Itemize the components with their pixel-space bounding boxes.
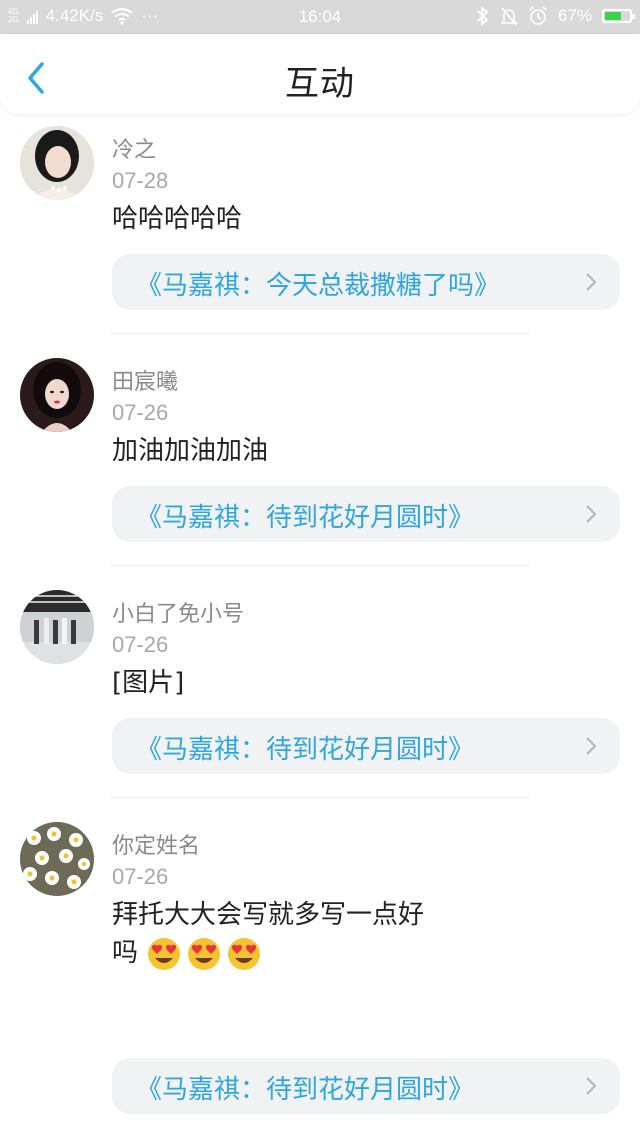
battery-icon (602, 9, 635, 23)
comment-line-2-text: 吗 (112, 938, 139, 968)
battery-percent: 67% (557, 6, 592, 25)
comment-text: [图片] (112, 668, 185, 698)
avatar[interactable] (20, 358, 94, 432)
article-link[interactable]: 《马嘉祺：待到花好月圆时》 (112, 486, 620, 542)
interaction-item: 小白了免小号 07-26 [图片] 《马嘉祺：待到花好月圆时》 (0, 578, 640, 810)
chevron-right-icon (586, 737, 597, 755)
article-link-title: 《马嘉祺：今天总裁撒糖了吗》 (136, 271, 501, 301)
comment-date: 07-28 (112, 168, 169, 193)
alarm-icon (529, 6, 547, 25)
divider (110, 797, 530, 798)
chevron-right-icon (586, 273, 597, 291)
status-right: 67% (476, 6, 635, 26)
comment-date: 07-26 (112, 864, 169, 889)
avatar[interactable] (20, 590, 94, 664)
article-link-title: 《马嘉祺：待到花好月圆时》 (136, 503, 475, 533)
chevron-right-icon (586, 1077, 597, 1095)
comment-date: 07-26 (112, 400, 169, 425)
battery-fill (605, 12, 622, 20)
article-link-title: 《马嘉祺：待到花好月圆时》 (136, 1075, 475, 1105)
divider (110, 333, 530, 334)
divider (110, 565, 530, 566)
username[interactable]: 你定姓名 (112, 828, 200, 860)
article-link-title: 《马嘉祺：待到花好月圆时》 (136, 735, 475, 765)
avatar[interactable] (20, 126, 94, 200)
article-link[interactable]: 《马嘉祺：待到花好月圆时》 (112, 1058, 620, 1114)
status-bar: 4G 2G 4.42K/s ··· 16:04 67% (0, 0, 640, 34)
username[interactable]: 田宸曦 (112, 364, 178, 396)
comment-text: 加油加油加油 (112, 436, 269, 466)
chevron-right-icon (586, 505, 597, 523)
page-title: 互动 (285, 64, 355, 104)
heart-eyes-emoji (228, 937, 261, 970)
comment-line-2: 吗 (112, 934, 532, 972)
username[interactable]: 小白了免小号 (112, 596, 244, 628)
article-link[interactable]: 《马嘉祺：今天总裁撒糖了吗》 (112, 254, 620, 310)
interaction-item: 你定姓名 07-26 拜托大大会写就多写一点好 吗 《马嘉祺：待到花好月圆时》 (0, 810, 640, 1138)
comment-date: 07-26 (112, 632, 169, 657)
nav-bar: 互动 (0, 34, 640, 114)
comment-line-1: 拜托大大会写就多写一点好 (112, 900, 425, 930)
heart-eyes-emoji (188, 937, 221, 970)
username[interactable]: 冷之 (112, 132, 156, 164)
mute-icon (500, 7, 518, 26)
interaction-item: 田宸曦 07-26 加油加油加油 《马嘉祺：待到花好月圆时》 (0, 346, 640, 578)
comment-text: 哈哈哈哈哈 (112, 204, 243, 234)
bluetooth-icon (477, 6, 489, 26)
avatar[interactable] (20, 822, 94, 896)
interaction-item: 冷之 07-28 哈哈哈哈哈 《马嘉祺：今天总裁撒糖了吗》 (0, 114, 640, 346)
comment-text: 拜托大大会写就多写一点好 吗 (112, 896, 532, 972)
article-link[interactable]: 《马嘉祺：待到花好月圆时》 (112, 718, 620, 774)
heart-eyes-emoji (148, 937, 181, 970)
